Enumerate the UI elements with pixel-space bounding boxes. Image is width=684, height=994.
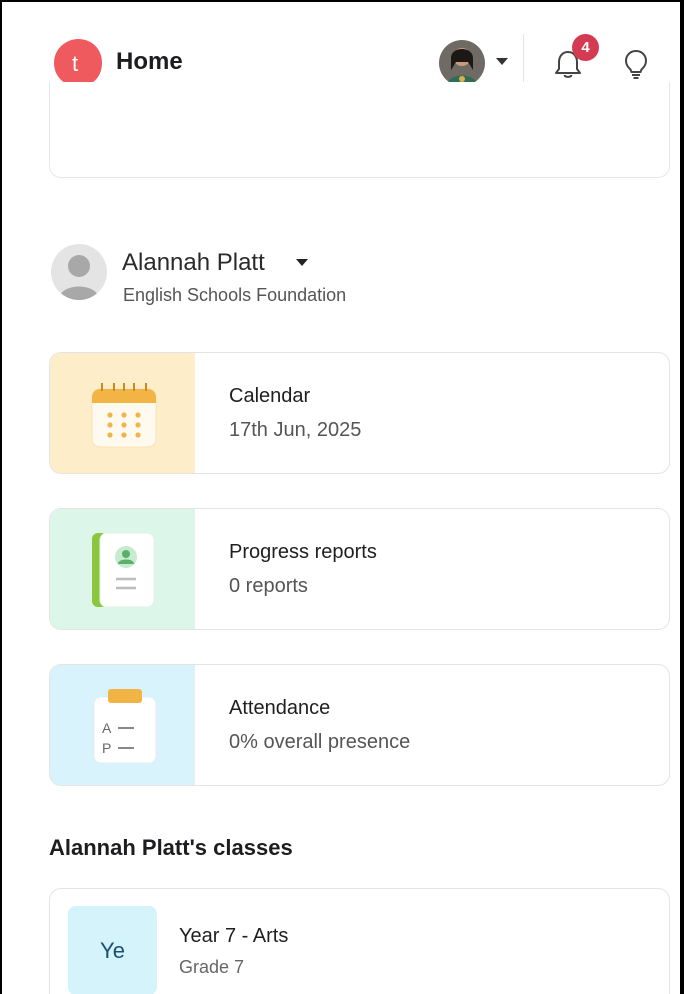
attendance-title: Attendance [229, 697, 331, 719]
svg-text:P: P [102, 740, 111, 756]
attendance-tile: A P [50, 665, 195, 785]
class-title: Year 7 - Arts [179, 925, 289, 947]
classes-heading: Alannah Platt's classes [49, 835, 293, 860]
app-frame: t Home 4 Alannah Platt English Schools F… [0, 0, 684, 994]
calendar-date: 17th Jun, 2025 [229, 419, 362, 441]
calendar-icon [91, 383, 157, 448]
page-title: Home [116, 48, 183, 75]
attendance-presence: 0% overall presence [229, 731, 411, 753]
user-avatar-image [439, 40, 485, 86]
attendance-card[interactable]: A P Attendance 0% overall presence [49, 664, 670, 786]
calendar-tile [50, 353, 195, 473]
calendar-title: Calendar [229, 385, 311, 407]
notification-badge[interactable]: 4 [572, 34, 599, 61]
profile-organization: English Schools Foundation [123, 285, 347, 305]
svg-text:t: t [72, 51, 78, 76]
progress-report-icon [92, 532, 155, 608]
progress-tile [50, 509, 195, 629]
class-grade: Grade 7 [179, 957, 245, 977]
svg-text:A: A [102, 720, 112, 736]
person-icon [59, 255, 99, 300]
attendance-clipboard-icon: A P [93, 689, 157, 764]
partial-card [49, 82, 670, 178]
user-avatar[interactable] [439, 40, 485, 86]
profile-avatar[interactable] [51, 244, 107, 300]
profile-dropdown-icon[interactable] [296, 259, 308, 266]
class-card[interactable]: Ye Year 7 - Arts Grade 7 [49, 888, 670, 994]
chevron-down-icon[interactable] [496, 58, 508, 65]
class-avatar: Ye [68, 906, 157, 994]
progress-count: 0 reports [229, 575, 308, 597]
lightbulb-icon[interactable] [622, 48, 650, 80]
progress-reports-card[interactable]: Progress reports 0 reports [49, 508, 670, 630]
calendar-card[interactable]: Calendar 17th Jun, 2025 [49, 352, 670, 474]
profile-name[interactable]: Alannah Platt [122, 249, 265, 277]
progress-title: Progress reports [229, 541, 377, 563]
